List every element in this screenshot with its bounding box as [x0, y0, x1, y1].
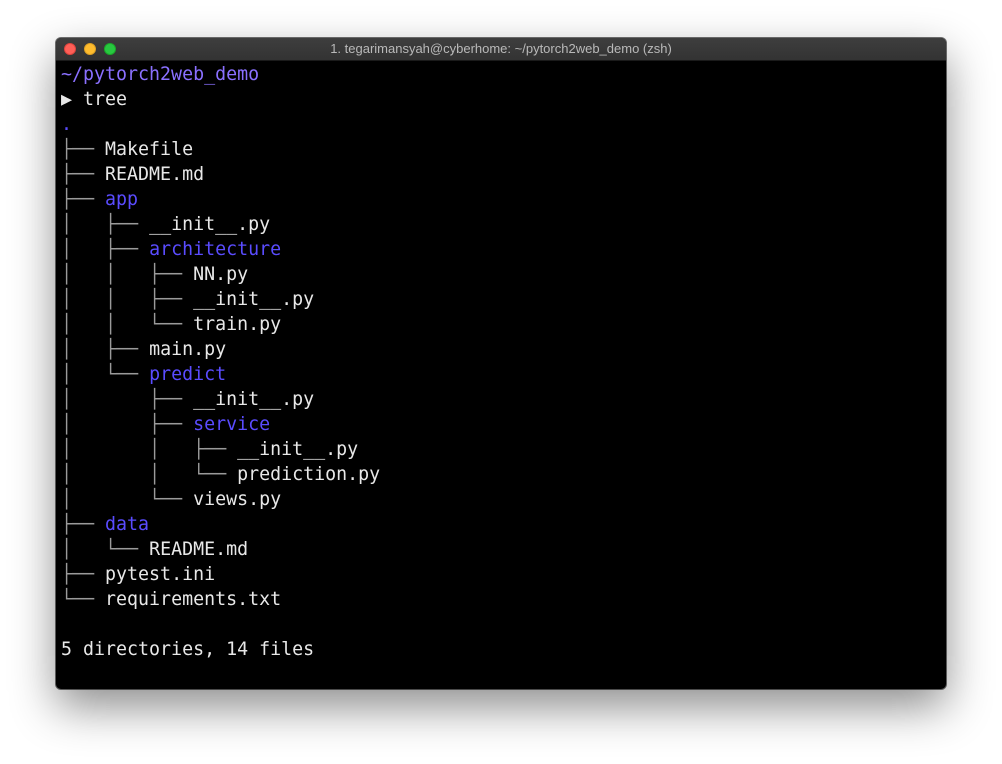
- title-bar[interactable]: 1. tegarimansyah@cyberhome: ~/pytorch2we…: [56, 38, 946, 61]
- file-name: train.py: [193, 314, 282, 335]
- command-text: tree: [83, 89, 128, 110]
- command-line: ▶ tree: [61, 87, 946, 112]
- tree-entry: │ ├── __init__.py: [61, 212, 946, 237]
- file-name: Makefile: [105, 139, 194, 160]
- tree-guide: │ │ ├──: [61, 289, 194, 310]
- directory-name: predict: [149, 364, 227, 385]
- file-name: __init__.py: [237, 439, 359, 460]
- tree-entry: │ ├── __init__.py: [61, 387, 946, 412]
- directory-name: architecture: [149, 239, 282, 260]
- file-name: requirements.txt: [105, 589, 282, 610]
- tree-entry: ├── app: [61, 187, 946, 212]
- file-name: pytest.ini: [105, 564, 216, 585]
- file-name: views.py: [193, 489, 282, 510]
- window-title: 1. tegarimansyah@cyberhome: ~/pytorch2we…: [330, 41, 672, 56]
- file-name: main.py: [149, 339, 227, 360]
- tree-entry: │ └── README.md: [61, 537, 946, 562]
- file-name: __init__.py: [193, 389, 315, 410]
- file-name: README.md: [149, 539, 249, 560]
- file-name: __init__.py: [149, 214, 271, 235]
- tree-entry: └── requirements.txt: [61, 587, 946, 612]
- directory-name: app: [105, 189, 139, 210]
- file-name: README.md: [105, 164, 205, 185]
- tree-entry: │ └── predict: [61, 362, 946, 387]
- tree-entry: │ │ ├── NN.py: [61, 262, 946, 287]
- tree-guide: │ └──: [61, 364, 150, 385]
- prompt-path: ~/pytorch2web_demo: [61, 64, 260, 85]
- tree-entry: │ │ ├── __init__.py: [61, 437, 946, 462]
- tree-entry: │ ├── service: [61, 412, 946, 437]
- terminal-window[interactable]: 1. tegarimansyah@cyberhome: ~/pytorch2we…: [56, 38, 946, 689]
- tree-guide: │ │ ├──: [61, 264, 194, 285]
- tree-guide: └──: [61, 589, 106, 610]
- prompt-arrow-icon: ▶: [61, 89, 73, 110]
- tree-entry: ├── Makefile: [61, 137, 946, 162]
- tree-guide: │ ├──: [61, 239, 150, 260]
- file-name: prediction.py: [237, 464, 381, 485]
- tree-guide: ├──: [61, 564, 106, 585]
- tree-guide: ├──: [61, 189, 106, 210]
- tree-guide: │ └──: [61, 489, 194, 510]
- tree-summary: 5 directories, 14 files: [61, 639, 315, 660]
- tree-guide: │ │ ├──: [61, 439, 238, 460]
- tree-entry: │ ├── main.py: [61, 337, 946, 362]
- tree-entry: │ │ └── prediction.py: [61, 462, 946, 487]
- tree-guide: ├──: [61, 514, 106, 535]
- tree-entry: │ │ ├── __init__.py: [61, 287, 946, 312]
- tree-entry: ├── data: [61, 512, 946, 537]
- tree-entry: │ ├── architecture: [61, 237, 946, 262]
- tree-guide: │ ├──: [61, 389, 194, 410]
- tree-entry: │ └── views.py: [61, 487, 946, 512]
- tree-entry: ├── pytest.ini: [61, 562, 946, 587]
- directory-name: data: [105, 514, 150, 535]
- tree-guide: │ │ └──: [61, 464, 238, 485]
- tree-entry: │ │ └── train.py: [61, 312, 946, 337]
- directory-name: .: [61, 114, 73, 135]
- tree-guide: │ ├──: [61, 214, 150, 235]
- tree-guide: │ ├──: [61, 339, 150, 360]
- tree-guide: │ ├──: [61, 414, 194, 435]
- directory-name: service: [193, 414, 271, 435]
- file-name: NN.py: [193, 264, 249, 285]
- tree-guide: │ │ └──: [61, 314, 194, 335]
- tree-entry: .: [61, 112, 946, 137]
- terminal-output[interactable]: ~/pytorch2web_demo ▶ tree . ├── Makefile ├…: [61, 62, 946, 689]
- tree-output: . ├── Makefile ├── README.md ├── app │ ├── _…: [61, 112, 946, 612]
- tree-entry: ├── README.md: [61, 162, 946, 187]
- tree-guide: ├──: [61, 164, 106, 185]
- tree-guide: │ └──: [61, 539, 150, 560]
- file-name: __init__.py: [193, 289, 315, 310]
- tree-guide: ├──: [61, 139, 106, 160]
